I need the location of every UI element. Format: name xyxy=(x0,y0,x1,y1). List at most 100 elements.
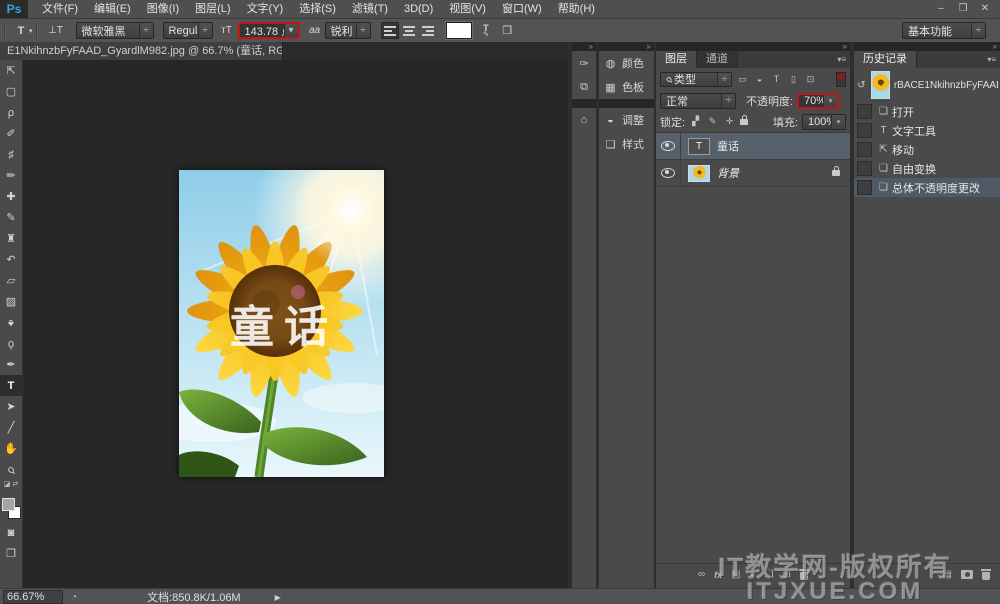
opacity-field[interactable]: 70% ▾ xyxy=(797,92,840,109)
clone-source-panel-button[interactable]: ⧉ xyxy=(572,75,596,99)
menu-view[interactable]: 视图(V) xyxy=(441,0,494,18)
canvas-text-overlay[interactable]: 童话 xyxy=(230,303,338,352)
text-color-swatch[interactable] xyxy=(444,21,473,40)
menu-select[interactable]: 选择(S) xyxy=(291,0,344,18)
lock-transparency-icon[interactable]: ▞ xyxy=(689,116,702,127)
path-selection-tool[interactable]: ➤ xyxy=(0,396,22,417)
adjustments-panel-button[interactable]: ◒ 调整 xyxy=(599,108,654,132)
dodge-tool[interactable]: ϙ xyxy=(0,333,22,354)
filter-shape-layers-icon[interactable]: ▯ xyxy=(787,74,800,85)
styles-panel-button[interactable]: ❑ 样式 xyxy=(599,132,654,156)
history-step-type-tool[interactable]: T 文字工具 xyxy=(854,121,1000,140)
toggle-panels-icon[interactable]: ❒ xyxy=(502,24,512,37)
tab-history[interactable]: 历史记录 xyxy=(854,51,917,68)
panel-menu-icon[interactable]: ▾≡ xyxy=(987,51,996,68)
menu-filter[interactable]: 滤镜(T) xyxy=(344,0,396,18)
tool-preset-arrow-icon[interactable]: ▾ xyxy=(29,27,33,35)
status-expand-arrow-icon[interactable]: ▶ xyxy=(275,593,281,602)
new-group-icon[interactable]: ❏ xyxy=(765,569,774,580)
align-center-button[interactable] xyxy=(400,22,418,39)
anti-alias-select[interactable]: 锐利 ÷ xyxy=(324,22,371,39)
gradient-tool[interactable]: ▨ xyxy=(0,291,22,312)
minimize-button[interactable]: – xyxy=(930,0,952,18)
layer-name[interactable]: 背景 xyxy=(717,165,739,181)
menu-layer[interactable]: 图层(L) xyxy=(187,0,238,18)
swap-colors-icon[interactable]: ◪ ⇄ xyxy=(4,480,18,490)
new-layer-icon[interactable]: ⊞ xyxy=(783,569,791,580)
history-source-well[interactable] xyxy=(857,104,872,119)
history-step-master-opacity-change[interactable]: ❏ 总体不透明度更改 xyxy=(854,178,1000,197)
dock-collapse-bar[interactable]: » xyxy=(572,42,596,51)
swatches-panel-button[interactable]: ▦ 色板 xyxy=(599,75,654,99)
screen-mode-button[interactable]: ❐ xyxy=(0,543,22,564)
menu-image[interactable]: 图像(I) xyxy=(139,0,187,18)
menu-type[interactable]: 文字(Y) xyxy=(239,0,292,18)
blend-mode-select[interactable]: 正常 ÷ xyxy=(660,92,736,109)
type-tool[interactable]: T xyxy=(0,375,22,396)
canvas-area[interactable]: 童话 xyxy=(23,60,568,588)
layer-row-text[interactable]: T 童话 xyxy=(656,133,850,160)
history-step-move[interactable]: ⇱ 移动 xyxy=(854,140,1000,159)
eraser-tool[interactable]: ▱ xyxy=(0,270,22,291)
layer-visibility-toggle[interactable] xyxy=(656,160,681,186)
history-source-well[interactable] xyxy=(857,161,872,176)
lock-position-icon[interactable]: ✛ xyxy=(723,116,736,127)
color-swatches[interactable] xyxy=(0,496,22,522)
zoom-tool[interactable]: ϙ xyxy=(0,459,22,480)
layer-name[interactable]: 童话 xyxy=(717,138,739,154)
brush-presets-panel-button[interactable]: ✑ xyxy=(572,51,596,75)
clone-stamp-tool[interactable]: ♜ xyxy=(0,228,22,249)
restore-button[interactable]: ❐ xyxy=(952,0,974,18)
history-source-well[interactable] xyxy=(857,123,872,138)
history-brush-source-icon[interactable]: ↺ xyxy=(856,80,867,91)
fill-field[interactable]: 100% ▾ xyxy=(802,113,846,130)
brush-tool[interactable]: ✎ xyxy=(0,207,22,228)
menu-file[interactable]: 文件(F) xyxy=(34,0,86,18)
text-layer-thumbnail[interactable]: T xyxy=(688,137,710,155)
menu-help[interactable]: 帮助(H) xyxy=(550,0,603,18)
filter-smart-objects-icon[interactable]: ⊡ xyxy=(804,74,817,85)
lasso-tool[interactable]: ρ xyxy=(0,102,22,123)
add-layer-mask-icon[interactable]: ▣ xyxy=(731,569,740,580)
align-right-button[interactable] xyxy=(419,22,437,39)
close-button[interactable]: ✕ xyxy=(974,0,996,18)
line-tool[interactable]: ╱ xyxy=(0,417,22,438)
menu-3d[interactable]: 3D(D) xyxy=(396,0,441,18)
eyedropper-tool[interactable]: ✏ xyxy=(0,165,22,186)
document-image[interactable]: 童话 xyxy=(152,112,449,478)
warp-text-icon[interactable]: T ∿ xyxy=(483,23,490,37)
new-document-from-state-icon[interactable]: ▤ xyxy=(943,569,952,580)
layer-filter-select[interactable]: ϙ 类型 ÷ xyxy=(660,71,732,87)
new-adjustment-layer-icon[interactable]: ◒ xyxy=(750,569,756,580)
crop-tool[interactable]: ♯ xyxy=(0,144,22,165)
filter-type-layers-icon[interactable]: T xyxy=(770,74,783,84)
layer-style-fx-icon[interactable]: fx xyxy=(714,570,722,580)
tab-layers[interactable]: 图层 xyxy=(656,51,697,68)
lock-all-icon[interactable] xyxy=(740,114,749,125)
menu-edit[interactable]: 编辑(E) xyxy=(86,0,139,18)
menu-window[interactable]: 窗口(W) xyxy=(494,0,550,18)
layer-visibility-toggle[interactable] xyxy=(656,133,681,159)
font-size-select[interactable]: 143.78 点 ▾ xyxy=(237,22,300,39)
align-left-button[interactable] xyxy=(380,22,399,39)
rectangular-marquee-tool[interactable]: ▢ xyxy=(0,81,22,102)
pen-tool[interactable]: ✒ xyxy=(0,354,22,375)
background-layer-thumbnail[interactable] xyxy=(688,164,710,182)
filter-pixel-layers-icon[interactable]: ▭ xyxy=(736,74,749,85)
blur-tool[interactable]: ♠ xyxy=(0,312,22,333)
delete-layer-icon[interactable] xyxy=(799,568,809,580)
font-style-select[interactable]: Regular ÷ xyxy=(162,22,213,39)
filter-toggle-switch[interactable] xyxy=(836,71,846,87)
new-snapshot-icon[interactable] xyxy=(961,570,973,579)
filter-adjustment-layers-icon[interactable]: ◒ xyxy=(753,74,766,84)
history-source-well[interactable] xyxy=(857,180,872,195)
lock-pixels-icon[interactable]: ✎ xyxy=(706,116,719,127)
history-brush-tool[interactable]: ↶ xyxy=(0,249,22,270)
dock-collapse-bar[interactable]: » xyxy=(656,42,850,51)
history-source-well[interactable] xyxy=(857,142,872,157)
history-step-free-transform[interactable]: ❏ 自由变换 xyxy=(854,159,1000,178)
move-tool[interactable]: ⇱ xyxy=(0,60,22,81)
history-snapshot-row[interactable]: ↺ rBACE1NkihnzbFyFAAD_... xyxy=(854,68,1000,102)
layer-row-background[interactable]: 背景 xyxy=(656,160,850,187)
healing-brush-tool[interactable]: ✚ xyxy=(0,186,22,207)
